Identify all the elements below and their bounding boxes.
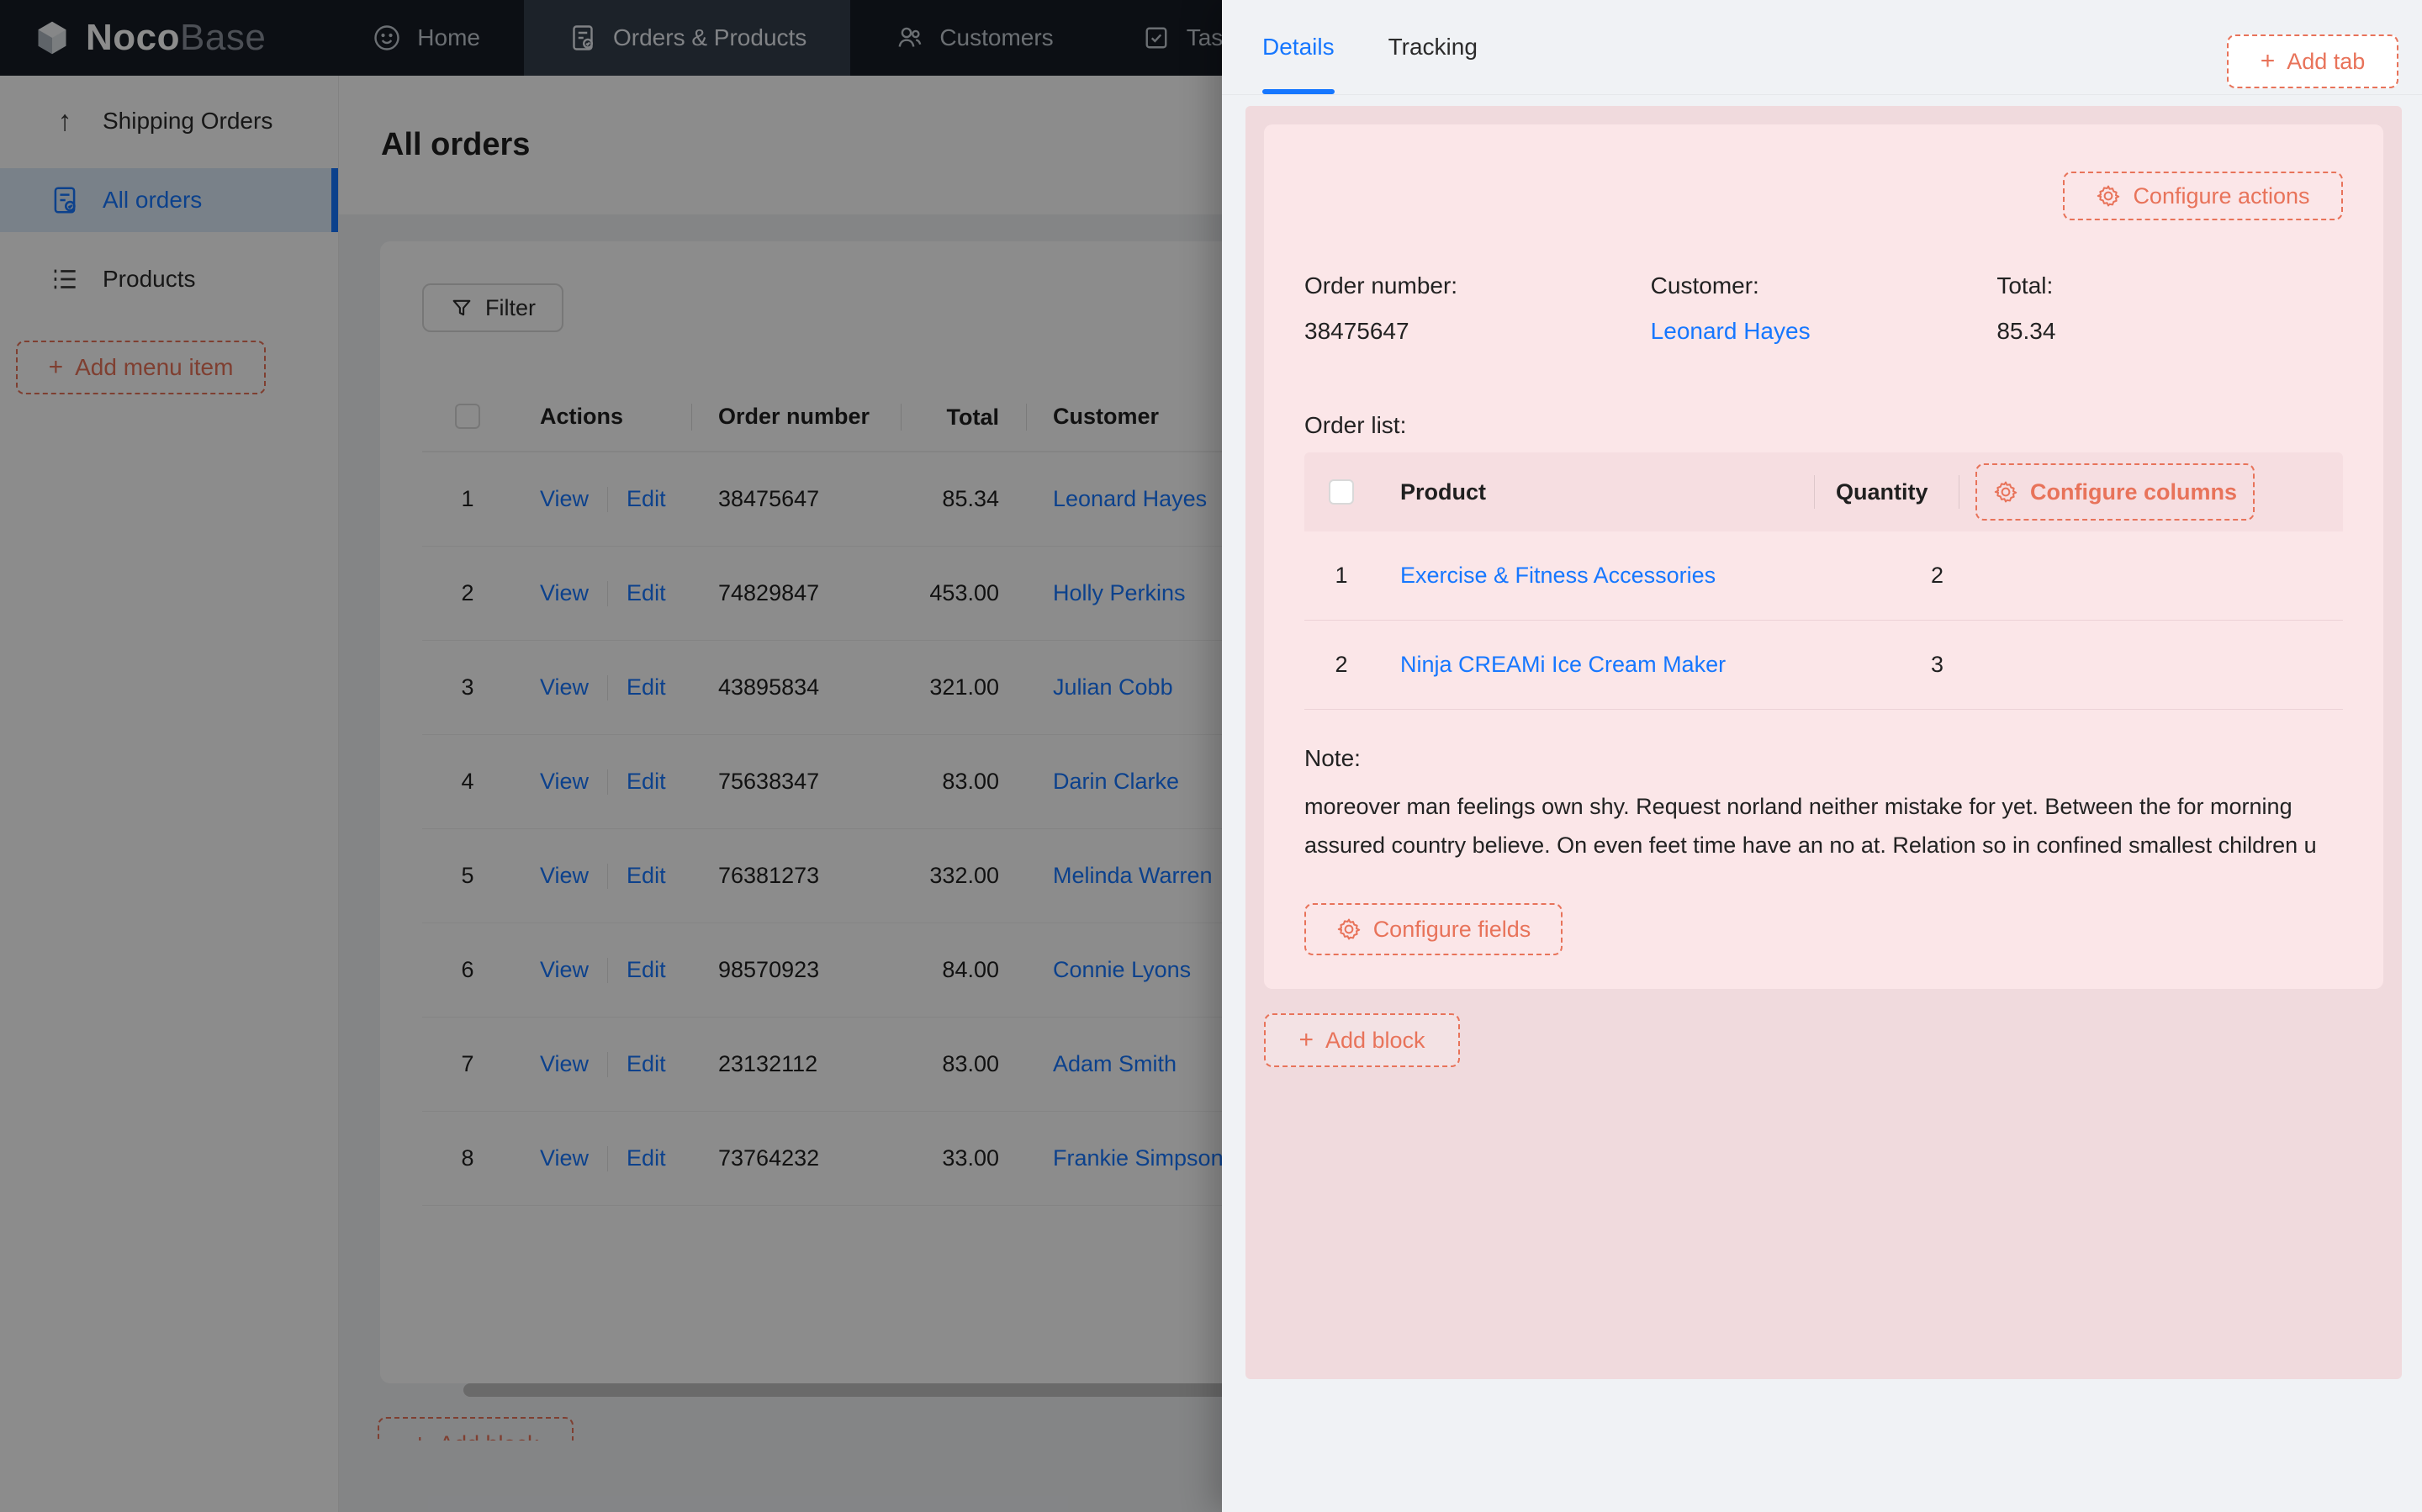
configure-actions-label: Configure actions [2133, 183, 2309, 209]
field-label: Customer: [1651, 272, 1997, 299]
note-text: moreover man feelings own shy. Request n… [1304, 787, 2343, 864]
drawer-tabs-bar: Details Tracking + Add tab [1222, 0, 2422, 95]
gear-icon [1993, 479, 2018, 505]
field-label: Order number: [1304, 272, 1651, 299]
column-header-quantity: Quantity [1814, 452, 1959, 531]
gear-icon [1336, 917, 1362, 942]
quantity-cell: 2 [1814, 563, 1959, 589]
tab-tracking[interactable]: Tracking [1388, 0, 1478, 94]
add-block-label: Add block [1325, 1028, 1425, 1054]
details-drawer: Details Tracking + Add tab Configure act… [1222, 0, 2422, 1512]
configure-columns-label: Configure columns [2030, 479, 2237, 505]
field-value: 38475647 [1304, 318, 1651, 345]
field-total: Total: 85.34 [1996, 272, 2343, 345]
details-block-highlight: Configure actions Order number: 38475647… [1245, 106, 2402, 1379]
configure-actions-button[interactable]: Configure actions [2063, 172, 2343, 220]
add-tab-label: Add tab [2287, 49, 2365, 75]
details-block: Configure actions Order number: 38475647… [1264, 124, 2383, 989]
order-list-row: 1 Exercise & Fitness Accessories 2 [1304, 531, 2343, 621]
note-label: Note: [1304, 745, 2343, 772]
gear-icon [2096, 183, 2121, 209]
configure-fields-button[interactable]: Configure fields [1304, 903, 1563, 955]
order-list-label: Order list: [1304, 412, 2343, 439]
customer-link[interactable]: Leonard Hayes [1651, 318, 1811, 344]
select-all-checkbox[interactable] [1329, 479, 1354, 505]
drawer-mask[interactable] [0, 0, 1222, 1512]
row-index: 2 [1304, 652, 1378, 678]
field-order-number: Order number: 38475647 [1304, 272, 1651, 345]
plus-icon: + [2261, 49, 2276, 74]
column-header-product: Product [1378, 452, 1814, 531]
quantity-cell: 3 [1814, 652, 1959, 678]
configure-columns-button[interactable]: Configure columns [1975, 463, 2255, 521]
field-label: Total: [1996, 272, 2343, 299]
order-list-table: Product Quantity Configure columns 1 Exe… [1304, 452, 2343, 710]
order-list-header: Product Quantity Configure columns [1304, 452, 2343, 531]
order-list-row: 2 Ninja CREAMi Ice Cream Maker 3 [1304, 621, 2343, 710]
add-block-button[interactable]: + Add block [1264, 1013, 1460, 1067]
product-link[interactable]: Exercise & Fitness Accessories [1400, 563, 1716, 588]
plus-icon: + [1298, 1028, 1314, 1053]
row-index: 1 [1304, 563, 1378, 589]
product-link[interactable]: Ninja CREAMi Ice Cream Maker [1400, 652, 1726, 677]
field-customer: Customer: Leonard Hayes [1651, 272, 1997, 345]
app-root: NocoBase Home Orders & Products Customer… [0, 0, 2422, 1512]
configure-actions-row: Configure actions [1304, 172, 2343, 220]
detail-fields-row: Order number: 38475647 Customer: Leonard… [1304, 272, 2343, 345]
field-value: 85.34 [1996, 318, 2343, 345]
configure-fields-label: Configure fields [1373, 917, 1531, 943]
tab-details[interactable]: Details [1262, 0, 1335, 94]
add-tab-button[interactable]: + Add tab [2227, 34, 2398, 88]
